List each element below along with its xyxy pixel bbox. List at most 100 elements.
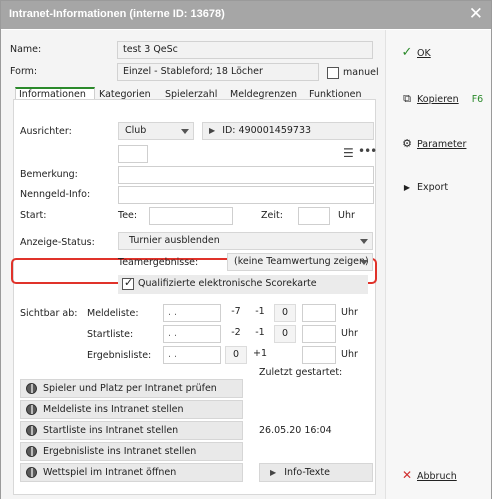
parameter-button[interactable]: ⚙ Parameter xyxy=(400,137,466,150)
globe-icon xyxy=(26,446,37,457)
teamergebnisse-select[interactable]: (keine Teamwertung zeigen) xyxy=(227,253,373,271)
ausrichter-label: Ausrichter: xyxy=(20,126,72,137)
abbruch-button[interactable]: ✕ Abbruch xyxy=(400,468,457,482)
anzeige-status-value: Turnier ausblenden xyxy=(129,235,220,246)
teamergebnisse-value: (keine Teamwertung zeigen) xyxy=(234,256,369,267)
ausrichter-extra-input[interactable] xyxy=(118,145,148,163)
zuletzt-gestartet-label: Zuletzt gestartet: xyxy=(259,367,343,378)
anzeige-status-select[interactable]: Turnier ausblenden xyxy=(118,232,373,250)
chevron-down-icon xyxy=(360,239,368,244)
checkmark-icon: ✓ xyxy=(401,45,413,60)
more-icon[interactable]: ••• xyxy=(358,144,377,158)
gear-icon: ⚙ xyxy=(402,137,412,150)
play-icon: ▶ xyxy=(270,468,277,477)
wettspiel-oeffnen-label: Wettspiel im Intranet öffnen xyxy=(43,467,177,478)
dialog-window: Intranet-Informationen (interne ID: 1367… xyxy=(0,0,492,499)
startliste-intranet-button[interactable]: Startliste ins Intranet stellen xyxy=(20,421,243,440)
id-text: ID: 490001459733 xyxy=(222,125,312,136)
spieler-platz-pruefen-button[interactable]: Spieler und Platz per Intranet prüfen xyxy=(20,379,243,398)
globe-icon xyxy=(26,383,37,394)
form-label: Form: xyxy=(10,66,38,77)
title-bar: Intranet-Informationen (interne ID: 1367… xyxy=(1,1,491,29)
close-icon: ✕ xyxy=(401,468,413,482)
meldeliste-label: Meldeliste: xyxy=(87,308,139,319)
start-label: Start: xyxy=(20,210,47,221)
info-texte-label: Info-Texte xyxy=(284,467,330,478)
ok-label: OK xyxy=(417,48,431,59)
manuel-checkbox[interactable] xyxy=(327,67,339,79)
chevron-down-icon xyxy=(181,129,189,134)
scorekarte-checkbox[interactable] xyxy=(122,276,134,290)
ausrichter-value: Club xyxy=(125,125,147,136)
anzeige-status-label: Anzeige-Status: xyxy=(20,237,95,248)
tee-input[interactable] xyxy=(149,207,233,225)
nenngeld-label: Nenngeld-Info: xyxy=(20,189,91,200)
action-sidebar: ✓ OK ⧉ Kopieren F6 ⚙ Parameter ▶ Export ✕ Abb… xyxy=(385,30,491,499)
scorekarte-row[interactable]: Qualifizierte elektronische Scorekarte xyxy=(118,275,368,294)
meldeliste-minus-btn[interactable]: -1 xyxy=(249,304,271,322)
startliste-minus-btn[interactable]: -1 xyxy=(249,325,271,343)
startliste-zero-btn[interactable]: 0 xyxy=(274,325,296,343)
chevron-down-icon xyxy=(360,260,368,265)
nenngeld-input[interactable] xyxy=(118,186,374,204)
info-texte-button[interactable]: ▶ Info-Texte xyxy=(259,463,373,482)
export-button[interactable]: ▶ Export xyxy=(400,182,448,193)
globe-icon xyxy=(26,425,37,436)
teamergebnisse-label: Teamergebnisse: xyxy=(118,257,199,268)
list-icon[interactable]: ☰ xyxy=(343,146,354,160)
close-icon[interactable]: ✕ xyxy=(469,4,483,24)
startliste-uhr-label: Uhr xyxy=(341,328,358,339)
wettspiel-oeffnen-button[interactable]: Wettspiel im Intranet öffnen xyxy=(20,463,243,482)
parameter-label: Parameter xyxy=(417,139,467,150)
zuletzt-gestartet-value: 26.05.20 16:04 xyxy=(259,425,332,436)
zeit-input[interactable] xyxy=(298,207,330,225)
meldeliste-zero-btn[interactable]: 0 xyxy=(274,304,296,322)
bemerkung-input[interactable] xyxy=(118,166,374,184)
globe-icon xyxy=(26,467,37,478)
meldeliste-date[interactable]: . . xyxy=(163,304,221,322)
startliste-date[interactable]: . . xyxy=(163,325,221,343)
zeit-uhr-label: Uhr xyxy=(338,210,355,221)
play-icon: ▶ xyxy=(209,126,216,135)
name-field[interactable]: test 3 QeSc xyxy=(117,41,373,59)
globe-icon xyxy=(26,404,37,415)
window-title: Intranet-Informationen (interne ID: 1367… xyxy=(9,8,225,20)
meldeliste-days-btn[interactable]: -7 xyxy=(225,304,247,322)
main-area: Name: test 3 QeSc Form: Einzel - Stablef… xyxy=(1,30,385,499)
startliste-label: Startliste: xyxy=(87,329,134,340)
kopieren-shortcut: F6 xyxy=(471,94,484,105)
play-icon: ▶ xyxy=(403,183,411,192)
manuel-label: manuel xyxy=(343,67,379,78)
ergebnisliste-plus-btn[interactable]: +1 xyxy=(249,346,271,364)
ergebnisliste-label: Ergebnisliste: xyxy=(87,350,152,361)
ergebnisliste-intranet-button[interactable]: Ergebnisliste ins Intranet stellen xyxy=(20,442,243,461)
sichtbar-label: Sichtbar ab: xyxy=(20,308,78,319)
abbruch-label: Abbruch xyxy=(417,471,457,482)
meldeliste-intranet-button[interactable]: Meldeliste ins Intranet stellen xyxy=(20,400,243,419)
ergebnisliste-date[interactable]: . . xyxy=(163,346,221,364)
meldeliste-intranet-label: Meldeliste ins Intranet stellen xyxy=(43,404,184,415)
ergebnisliste-time[interactable] xyxy=(302,346,336,364)
startliste-intranet-label: Startliste ins Intranet stellen xyxy=(43,425,179,436)
spieler-platz-pruefen-label: Spieler und Platz per Intranet prüfen xyxy=(43,383,217,394)
meldeliste-time[interactable] xyxy=(302,304,336,322)
ausrichter-select[interactable]: Club xyxy=(118,122,194,140)
zeit-label: Zeit: xyxy=(261,210,283,221)
id-display[interactable]: ▶ ID: 490001459733 xyxy=(202,122,374,140)
scorekarte-label: Qualifizierte elektronische Scorekarte xyxy=(138,278,317,289)
export-label: Export xyxy=(417,182,449,193)
form-field[interactable]: Einzel - Stableford; 18 Löcher xyxy=(117,63,319,81)
ergebnisliste-zero-btn[interactable]: 0 xyxy=(225,346,247,364)
meldeliste-uhr-label: Uhr xyxy=(341,307,358,318)
kopieren-button[interactable]: ⧉ Kopieren F6 xyxy=(400,92,483,106)
ergebnisliste-uhr-label: Uhr xyxy=(341,349,358,360)
ok-button[interactable]: ✓ OK xyxy=(400,45,431,60)
copy-icon: ⧉ xyxy=(403,92,411,105)
kopieren-label: Kopieren xyxy=(417,94,459,105)
bemerkung-label: Bemerkung: xyxy=(20,169,78,180)
tee-label: Tee: xyxy=(118,210,138,221)
name-label: Name: xyxy=(10,44,42,55)
startliste-days-btn[interactable]: -2 xyxy=(225,325,247,343)
ergebnisliste-intranet-label: Ergebnisliste ins Intranet stellen xyxy=(43,446,197,457)
startliste-time[interactable] xyxy=(302,325,336,343)
